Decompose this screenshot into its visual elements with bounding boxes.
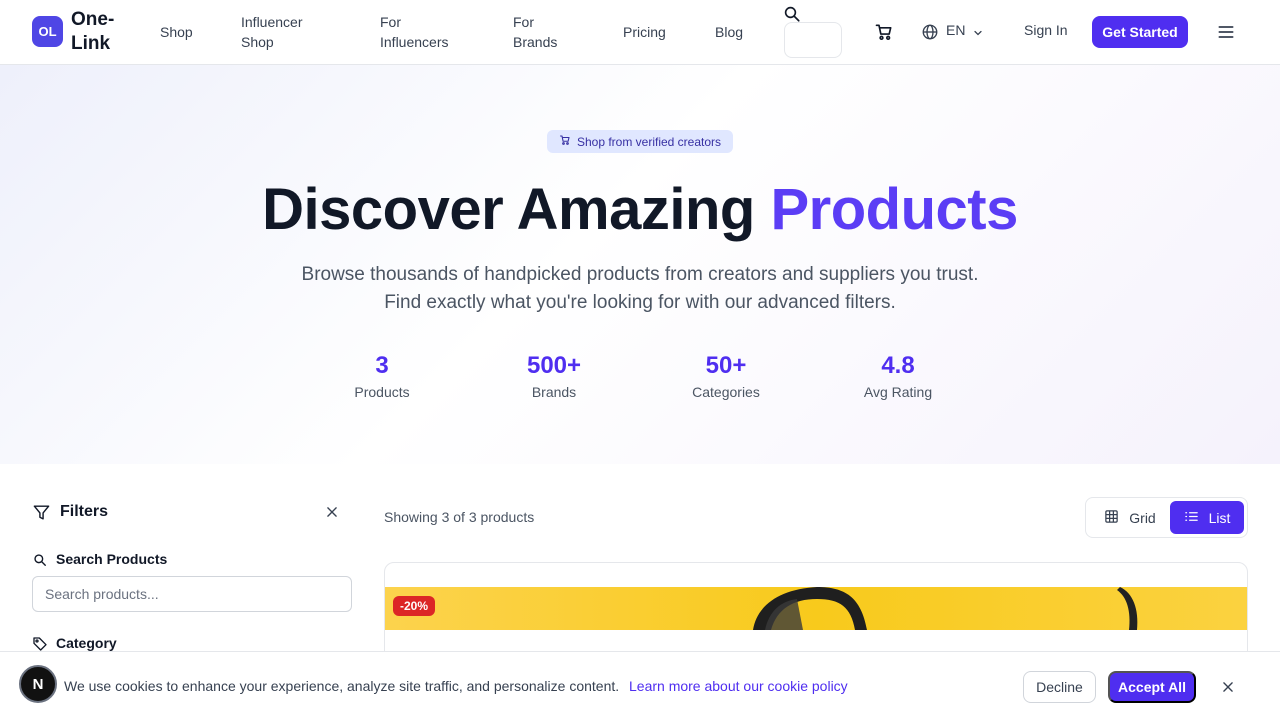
stat-label: Products (354, 384, 410, 400)
globe-icon[interactable] (921, 23, 939, 41)
stat-label: Categories (692, 384, 760, 400)
stat-products: 3 Products (322, 352, 442, 402)
filters-title: Filters (60, 503, 109, 520)
logo-text[interactable]: One-Link (71, 8, 131, 56)
discount-badge: -20% (393, 596, 436, 616)
results-count: Showing 3 of 3 products (384, 509, 535, 525)
filter-icon (32, 503, 51, 522)
stat-categories: 50+ Categories (666, 352, 786, 402)
accept-all-button[interactable]: Accept All (1108, 671, 1196, 703)
close-icon[interactable] (325, 505, 339, 519)
stat-value: 4.8 (881, 352, 915, 379)
hero-title-main: Discover Amazing (262, 177, 755, 242)
category-label[interactable]: Category (56, 635, 117, 651)
site-header: OL One-Link Shop Influencer Shop For Inf… (0, 0, 1280, 65)
hamburger-menu-icon[interactable] (1215, 22, 1237, 42)
sign-in-link[interactable]: Sign In (1024, 22, 1068, 38)
search-icon (33, 553, 47, 567)
header-search-input[interactable] (784, 22, 842, 58)
logo-mark[interactable]: OL (32, 16, 63, 47)
headphones-image (753, 587, 1138, 630)
list-icon (1184, 509, 1199, 527)
stat-brands: 500+ Brands (494, 352, 614, 402)
view-toggle: Grid List (1085, 497, 1248, 538)
search-products-input[interactable] (32, 576, 352, 612)
nav-pricing[interactable]: Pricing (623, 22, 666, 42)
cookie-policy-link[interactable]: Learn more about our cookie policy (629, 678, 848, 694)
nav-shop[interactable]: Shop (160, 22, 193, 42)
search-products-label: Search Products (56, 551, 168, 567)
product-image[interactable]: -20% (385, 587, 1247, 630)
stat-avg-rating: 4.8 Avg Rating (838, 352, 958, 402)
grid-view-label: Grid (1129, 509, 1156, 526)
stat-label: Brands (531, 384, 577, 400)
hero-subtitle: Browse thousands of handpicked products … (301, 264, 979, 313)
hero-badge: Shop from verified creators (547, 130, 733, 153)
hero-badge-label: Shop from verified creators (576, 134, 722, 149)
get-started-button[interactable]: Get Started (1092, 16, 1188, 48)
cookie-message: We use cookies to enhance your experienc… (64, 678, 620, 694)
nav-influencer-shop[interactable]: Influencer Shop (241, 12, 321, 52)
stat-value: 500+ (526, 352, 582, 379)
list-view-label: List (1208, 509, 1231, 526)
list-view-button[interactable]: List (1170, 501, 1244, 534)
search-icon[interactable] (783, 5, 801, 23)
avatar[interactable]: N (19, 665, 57, 703)
nav-for-influencers[interactable]: For Influencers (380, 12, 460, 52)
close-icon[interactable] (1221, 680, 1235, 694)
hero-section: Shop from verified creators Discover Ama… (0, 65, 1280, 464)
stat-value: 50+ (705, 352, 747, 379)
language-selector[interactable]: EN (946, 22, 965, 38)
nav-blog[interactable]: Blog (715, 22, 743, 42)
cart-icon (559, 134, 571, 149)
stat-label: Avg Rating (863, 384, 933, 400)
hero-title: Discover Amazing Products (0, 175, 1280, 245)
stat-value: 3 (375, 352, 389, 379)
grid-view-button[interactable]: Grid (1090, 501, 1170, 534)
nav-for-brands[interactable]: For Brands (513, 12, 573, 52)
grid-icon (1104, 509, 1119, 527)
cookie-banner: N We use cookies to enhance your experie… (0, 651, 1280, 720)
tag-icon (32, 636, 48, 652)
decline-button[interactable]: Decline (1023, 671, 1096, 703)
cart-icon[interactable] (874, 22, 894, 42)
chevron-down-icon[interactable] (972, 26, 984, 38)
hero-title-accent: Products (770, 177, 1018, 242)
